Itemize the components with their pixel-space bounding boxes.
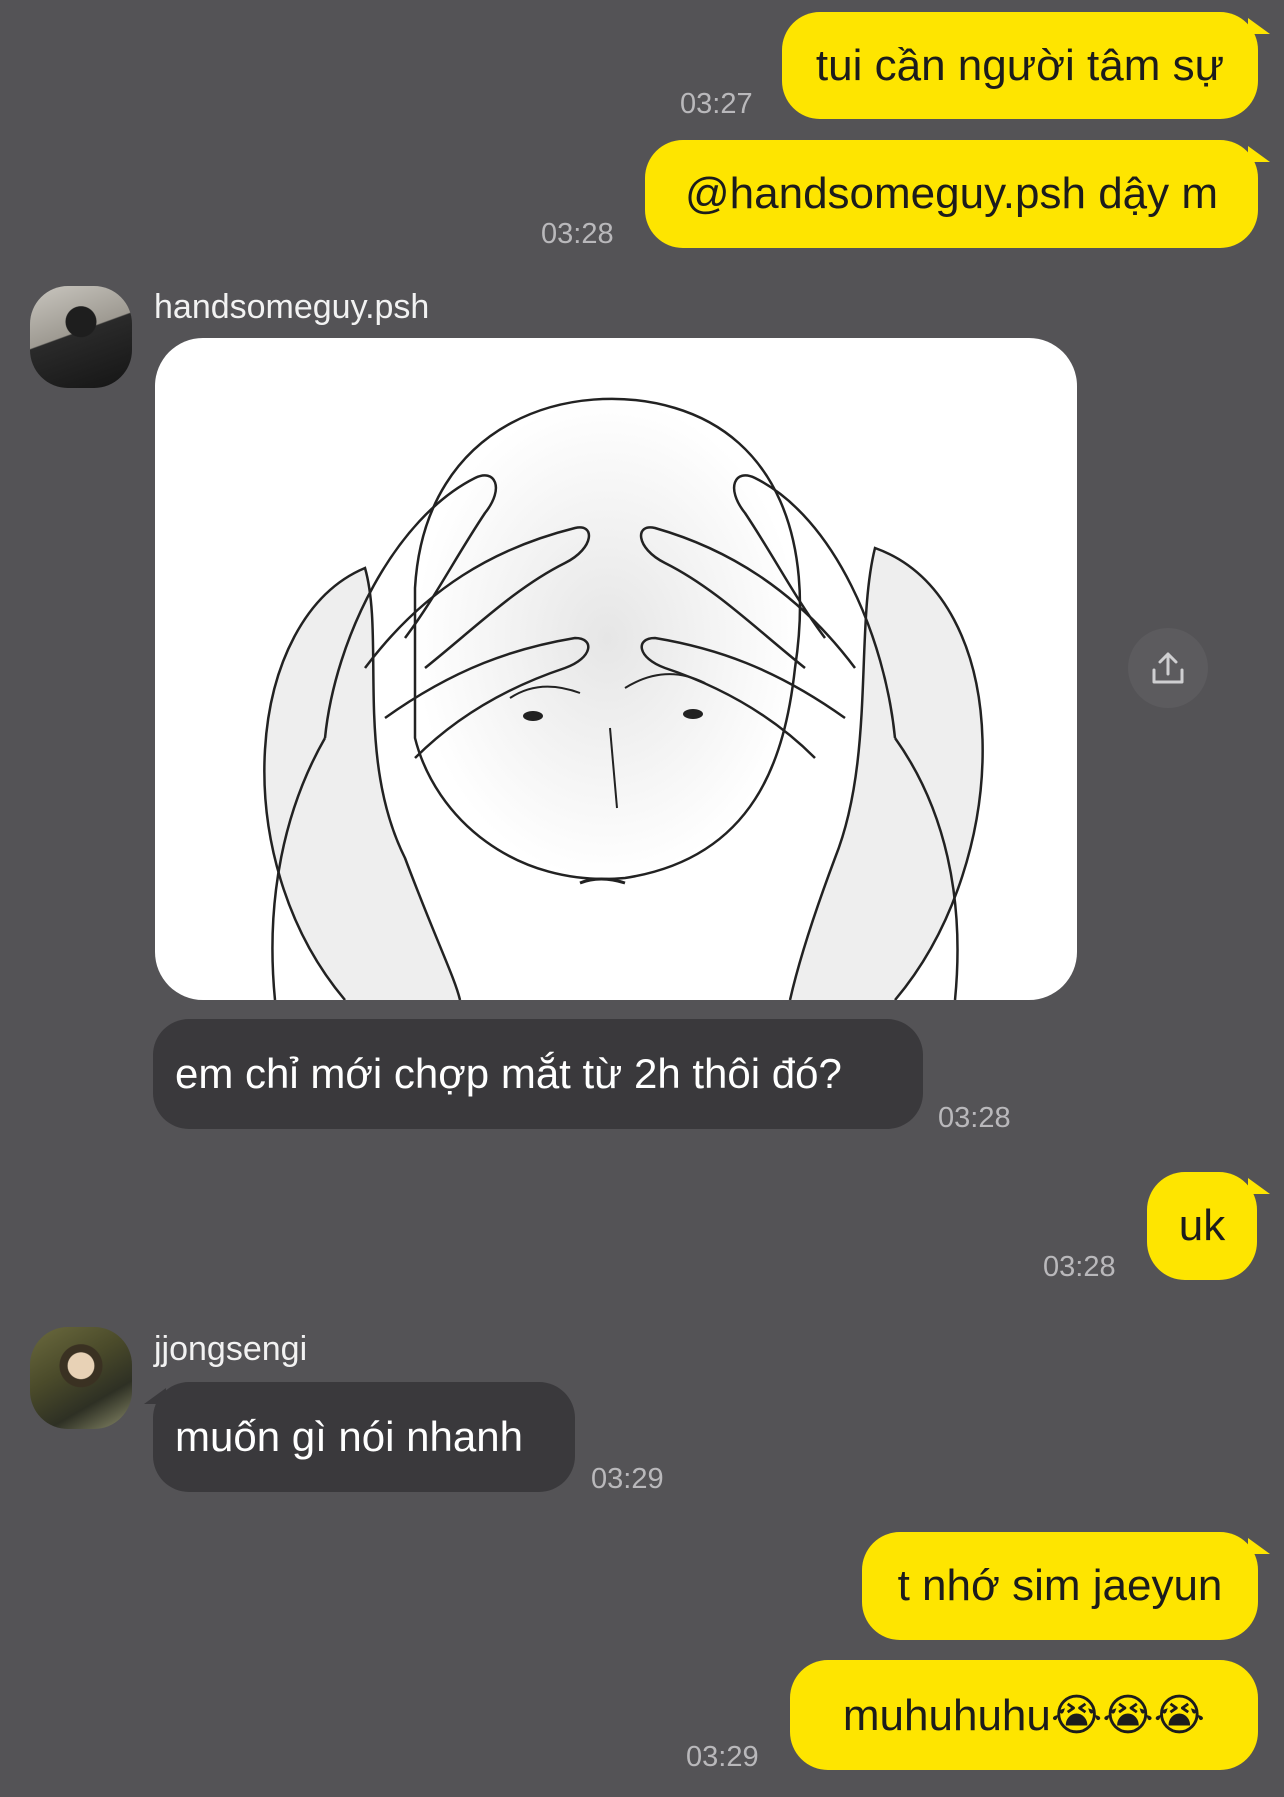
their-message-bubble[interactable]: em chỉ mới chợp mắt từ 2h thôi đó? [153,1019,923,1129]
sender-name: jjongsengi [154,1330,308,1368]
bubble-tail [1248,146,1270,162]
message-time: 03:28 [541,218,614,250]
share-button[interactable] [1128,628,1208,708]
sender-name: handsomeguy.psh [154,288,430,326]
share-upload-icon [1152,652,1184,684]
message-time: 03:29 [591,1463,664,1495]
message-time: 03:28 [938,1102,1011,1134]
bubble-tail [1248,1538,1270,1554]
message-text: muốn gì nói nhanh [175,1413,523,1460]
avatar[interactable] [30,1327,132,1429]
message-text: uk [1178,1201,1226,1250]
message-text: t nhớ sim jaeyun [897,1561,1223,1610]
my-message-bubble[interactable]: uk [1147,1172,1257,1280]
my-message-bubble[interactable]: t nhớ sim jaeyun [862,1532,1258,1640]
message-text: em chỉ mới chợp mắt từ 2h thôi đó? [175,1050,842,1097]
my-message-bubble[interactable]: tui cần người tâm sự [782,12,1258,119]
message-time: 03:29 [686,1741,759,1773]
my-message-bubble[interactable]: @handsomeguy.psh dậy m [645,140,1258,248]
bubble-tail [1248,18,1270,34]
avatar[interactable] [30,286,132,388]
bubble-tail [1248,1178,1270,1194]
sketch-image [263,397,984,1000]
my-message-bubble[interactable]: muhuhuhu😭😭😭 [790,1660,1258,1770]
message-time: 03:27 [680,88,753,120]
message-text: muhuhuhu😭😭😭 [842,1690,1206,1740]
message-text: tui cần người tâm sự [815,40,1225,90]
message-text: @handsomeguy.psh dậy m [684,169,1219,218]
image-message[interactable] [155,338,1077,1000]
their-message-bubble[interactable]: muốn gì nói nhanh [153,1382,575,1492]
message-time: 03:28 [1043,1251,1116,1283]
